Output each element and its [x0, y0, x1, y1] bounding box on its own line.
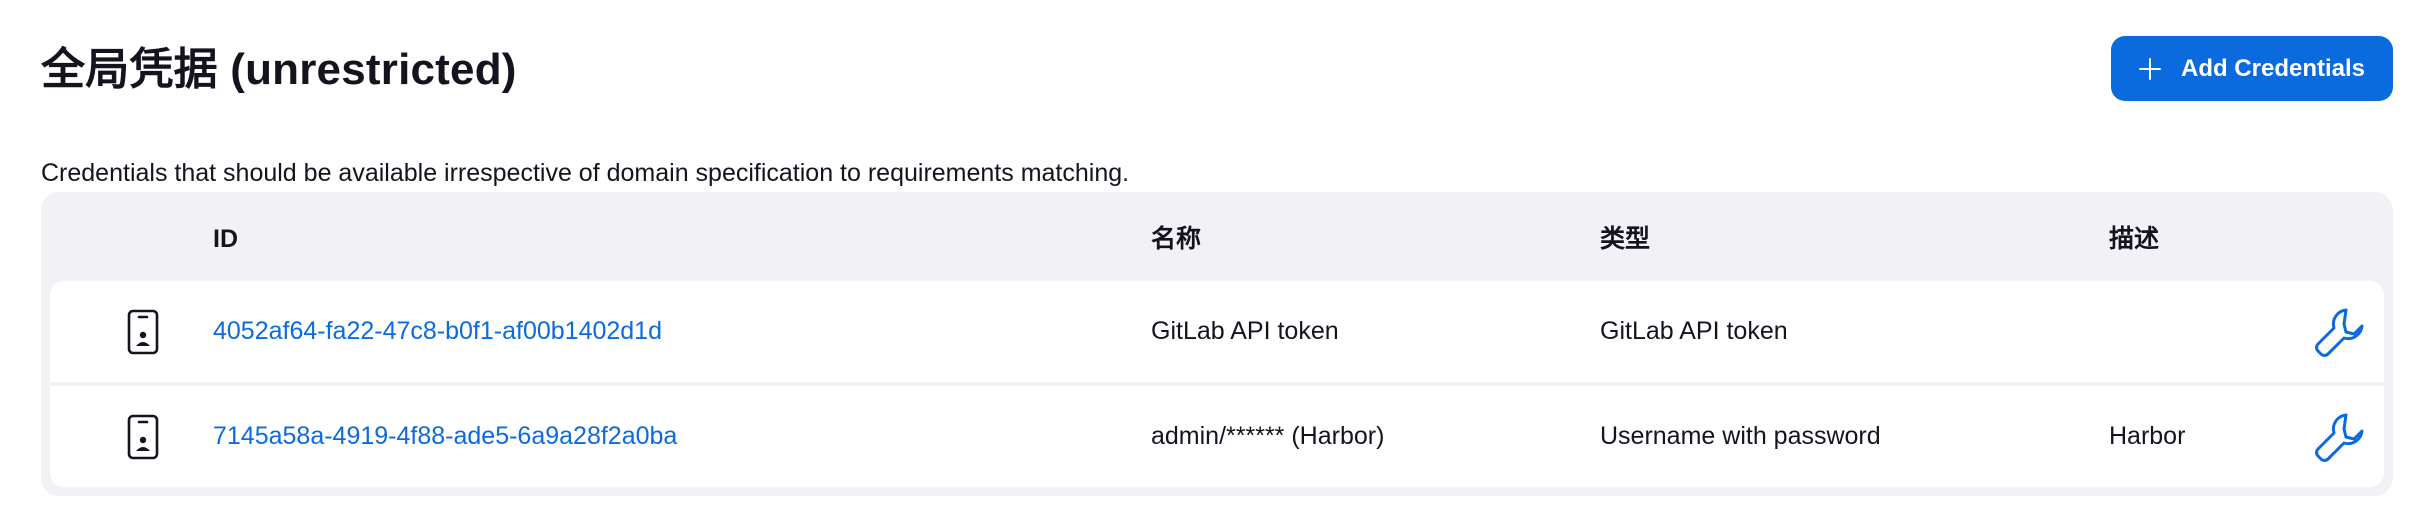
- wrench-icon[interactable]: [2312, 409, 2368, 465]
- table-row: 7145a58a-4919-4f88-ade5-6a9a28f2a0ba adm…: [50, 386, 2384, 487]
- credential-name-cell: GitLab API token: [1151, 317, 1339, 345]
- page-description: Credentials that should be available irr…: [41, 159, 1130, 187]
- phone-icon: [127, 414, 159, 460]
- table-body: 4052af64-fa22-47c8-b0f1-af00b1402d1d Git…: [50, 281, 2384, 487]
- credential-id-link[interactable]: 7145a58a-4919-4f88-ade5-6a9a28f2a0ba: [213, 422, 677, 451]
- plus-icon: [2138, 57, 2161, 80]
- wrench-icon[interactable]: [2312, 304, 2368, 360]
- add-credentials-button[interactable]: Add Credentials: [2111, 36, 2393, 101]
- credentials-page: 全局凭据 (unrestricted) Add Credentials Cred…: [0, 0, 2432, 508]
- credentials-table: ID 名称 类型 描述 4052af64-fa22-47c8-b0f1-af00…: [41, 192, 2393, 496]
- credential-name-cell: admin/****** (Harbor): [1151, 422, 1385, 450]
- column-header-type: 类型: [1600, 225, 1651, 253]
- credential-type-cell: GitLab API token: [1600, 317, 1788, 345]
- phone-icon: [127, 309, 159, 355]
- credential-type-cell: Username with password: [1600, 422, 1881, 450]
- column-header-name: 名称: [1151, 225, 1202, 253]
- page-title: 全局凭据 (unrestricted): [41, 45, 517, 94]
- credential-description-cell: Harbor: [2109, 422, 2186, 450]
- column-header-description: 描述: [2109, 225, 2160, 253]
- credential-id-link[interactable]: 4052af64-fa22-47c8-b0f1-af00b1402d1d: [213, 317, 662, 346]
- credential-id-cell: 4052af64-fa22-47c8-b0f1-af00b1402d1d: [213, 281, 662, 382]
- table-row: 4052af64-fa22-47c8-b0f1-af00b1402d1d Git…: [50, 281, 2384, 382]
- column-header-id: ID: [213, 225, 238, 253]
- add-credentials-label: Add Credentials: [2180, 54, 2366, 82]
- credential-id-cell: 7145a58a-4919-4f88-ade5-6a9a28f2a0ba: [213, 386, 677, 487]
